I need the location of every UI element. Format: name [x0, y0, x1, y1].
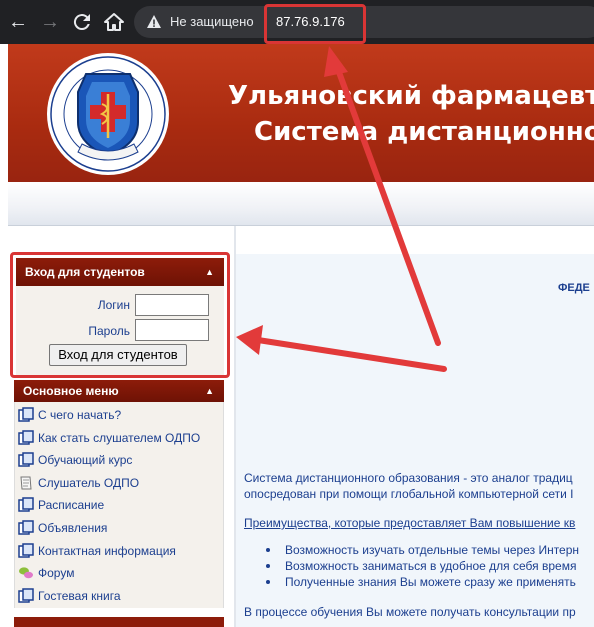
warning-icon: [147, 15, 161, 28]
document-icon: [18, 588, 34, 604]
header-nav-strip: [8, 182, 594, 226]
forward-icon[interactable]: →: [38, 10, 62, 34]
bullet-3: [266, 580, 270, 584]
menu-item-label[interactable]: Гостевая книга: [38, 588, 121, 604]
menu-item-label[interactable]: Как стать слушателем ОДПО: [38, 430, 200, 446]
login-highlight-box: [10, 252, 230, 378]
menu-item[interactable]: Гостевая книга: [14, 585, 224, 607]
menu-item[interactable]: Как стать слушателем ОДПО: [14, 427, 224, 449]
document-icon: [18, 497, 34, 513]
bullet-text: Полученные знания Вы можете сразу же при…: [285, 575, 576, 589]
menu-item[interactable]: Контактная информация: [14, 540, 224, 562]
menu-item-label[interactable]: Слушатель ОДПО: [38, 475, 139, 491]
site-title-line1: Ульяновский фармацевти: [228, 81, 594, 111]
menu-item-label[interactable]: Обучающий курс: [38, 452, 132, 468]
menu-item[interactable]: Форум: [14, 562, 224, 584]
home-icon[interactable]: [102, 10, 126, 34]
menu-item[interactable]: Обучающий курс: [14, 449, 224, 471]
url-highlight-box: [264, 4, 366, 44]
main-menu-header[interactable]: Основное меню ▲: [14, 380, 224, 402]
back-icon[interactable]: ←: [6, 10, 30, 34]
collapse-icon[interactable]: ▲: [205, 380, 214, 402]
advantages-link[interactable]: Преимущества, которые предоставляет Вам …: [244, 515, 575, 531]
menu-item[interactable]: Расписание: [14, 494, 224, 516]
forum-icon: [18, 565, 34, 581]
document-icon: [18, 429, 34, 446]
bullet-1: [266, 548, 270, 552]
main-heading: ФЕДЕ: [558, 282, 590, 294]
menu-item[interactable]: Объявления: [14, 517, 224, 539]
notepad-icon: [18, 475, 34, 491]
intro-line-1: Система дистанционного образования - это…: [244, 471, 573, 485]
menu-item-label[interactable]: Расписание: [38, 497, 104, 513]
bullet-text: Возможность изучать отдельные темы через…: [285, 543, 580, 557]
document-icon: [18, 407, 34, 423]
next-block-header: [14, 617, 224, 627]
document-icon: [18, 542, 34, 559]
main-menu-title: Основное меню: [23, 384, 119, 398]
menu-item-label[interactable]: С чего начать?: [38, 407, 121, 423]
menu-item-label[interactable]: Форум: [38, 565, 74, 581]
college-emblem-logo: [47, 53, 169, 175]
intro-line-2: опосредован при помощи глобальной компью…: [244, 487, 574, 501]
menu-item-label[interactable]: Контактная информация: [38, 543, 176, 559]
site-header: Ульяновский фармацевти Система дистанцио…: [8, 44, 594, 182]
security-status[interactable]: Не защищено: [170, 14, 254, 30]
bullet-2: [266, 564, 270, 568]
bullet-text: Возможность заниматься в удобное для себ…: [285, 559, 577, 573]
menu-item-label[interactable]: Объявления: [38, 520, 107, 536]
document-icon: [18, 452, 34, 468]
reload-icon[interactable]: [70, 10, 94, 34]
menu-item[interactable]: Слушатель ОДПО: [14, 472, 224, 494]
site-title-line2: Система дистанционно: [254, 117, 594, 147]
menu-item[interactable]: С чего начать?: [14, 404, 224, 426]
document-icon: [18, 520, 34, 536]
consultation-line: В процессе обучения Вы можете получать к…: [244, 605, 576, 619]
